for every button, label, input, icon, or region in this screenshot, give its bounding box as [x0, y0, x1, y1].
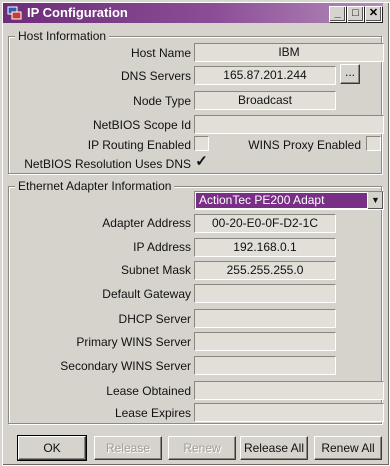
dns-servers-label: DNS Servers — [120, 69, 191, 83]
primary-wins-field — [194, 332, 336, 351]
release-all-button[interactable]: Release All — [240, 436, 308, 460]
dhcp-server-label: DHCP Server — [118, 312, 191, 326]
default-gateway-label: Default Gateway — [102, 287, 191, 301]
lease-expires-field — [194, 403, 384, 422]
netbios-scope-label: NetBIOS Scope Id — [92, 118, 191, 132]
renew-button[interactable]: Renew — [168, 436, 236, 460]
network-icon — [7, 6, 22, 20]
ip-address-field: 192.168.0.1 — [194, 238, 336, 257]
netbios-dns-label: NetBIOS Resolution Uses DNS — [24, 157, 191, 171]
ok-button[interactable]: OK — [17, 435, 87, 461]
adapter-address-label: Adapter Address — [102, 216, 191, 230]
node-type-field: Broadcast — [194, 91, 336, 110]
check-mark-icon: ✓ — [195, 153, 208, 170]
host-group-label: Host Information — [15, 29, 110, 43]
minimize-button[interactable]: _ — [329, 6, 346, 22]
dhcp-server-field — [194, 309, 336, 328]
release-button[interactable]: Release — [94, 436, 162, 460]
dns-more-button[interactable]: ... — [340, 64, 360, 84]
host-name-label: Host Name — [130, 46, 191, 60]
wins-proxy-label: WINS Proxy Enabled — [248, 138, 361, 152]
maximize-button[interactable]: □ — [347, 6, 364, 22]
primary-wins-label: Primary WINS Server — [76, 335, 191, 349]
dns-servers-field: 165.87.201.244 — [194, 66, 336, 85]
title-bar[interactable]: IP Configuration _ □ ✕ — [3, 3, 383, 23]
lease-obtained-label: Lease Obtained — [106, 384, 191, 398]
default-gateway-field — [194, 284, 336, 303]
ip-routing-label: IP Routing Enabled — [87, 138, 191, 152]
chevron-down-icon[interactable]: ▼ — [367, 192, 383, 209]
host-name-field: IBM — [194, 43, 384, 62]
close-button[interactable]: ✕ — [365, 6, 382, 22]
subnet-mask-field: 255.255.255.0 — [194, 261, 336, 280]
subnet-mask-label: Subnet Mask — [120, 263, 191, 277]
lease-expires-label: Lease Expires — [114, 406, 191, 420]
renew-all-button[interactable]: Renew All — [314, 436, 382, 460]
adapter-select[interactable]: ActionTec PE200 Adapt ▼ — [194, 191, 384, 210]
secondary-wins-label: Secondary WINS Server — [60, 359, 191, 373]
netbios-scope-field — [194, 115, 384, 134]
netbios-dns-checkbox[interactable]: ✓ — [194, 153, 209, 170]
wins-proxy-checkbox[interactable] — [366, 136, 381, 151]
ip-routing-checkbox[interactable] — [194, 136, 209, 151]
secondary-wins-field — [194, 356, 336, 375]
adapter-address-field: 00-20-E0-0F-D2-1C — [194, 214, 336, 233]
node-type-label: Node Type — [133, 94, 191, 108]
lease-obtained-field — [194, 381, 384, 400]
adapter-group-label: Ethernet Adapter Information — [15, 179, 175, 193]
ip-address-label: IP Address — [133, 240, 191, 254]
adapter-selected-value: ActionTec PE200 Adapt — [196, 193, 367, 208]
window-title: IP Configuration — [27, 5, 128, 20]
